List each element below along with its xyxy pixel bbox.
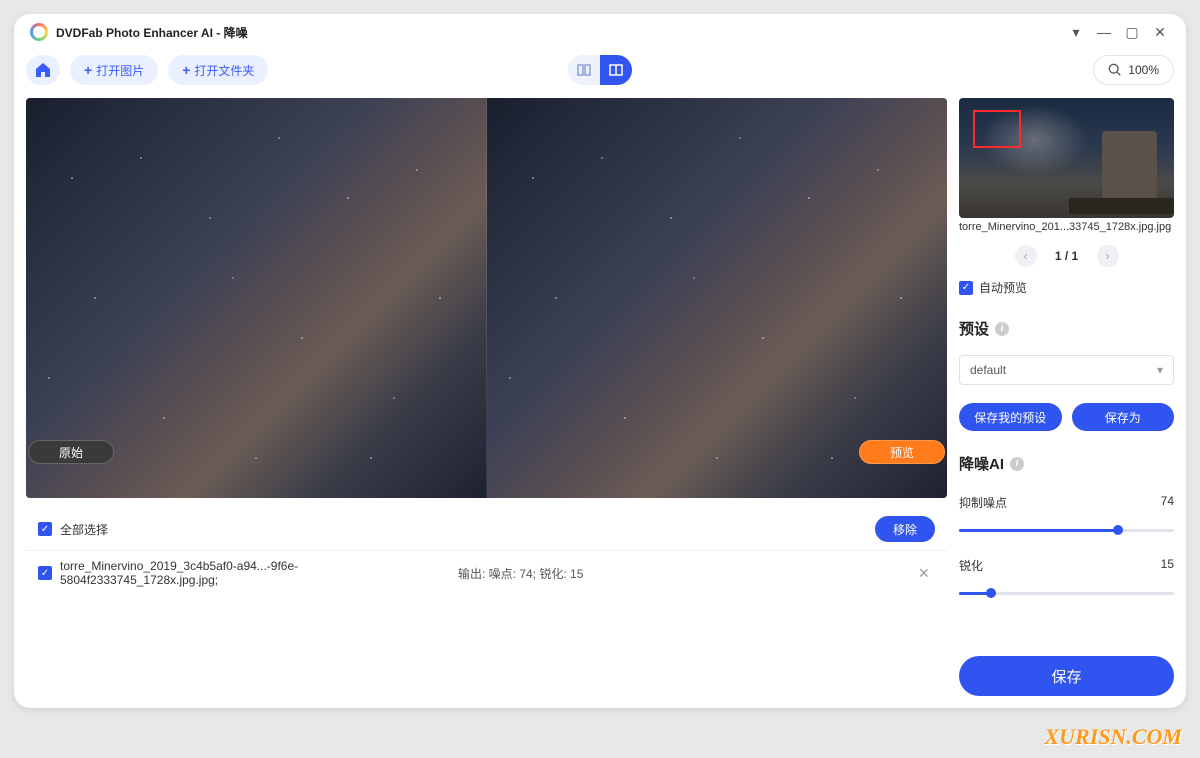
next-image-button[interactable]: ›	[1097, 245, 1119, 267]
save-my-preset-button[interactable]: 保存我的预设	[959, 403, 1062, 431]
single-view-button[interactable]	[568, 55, 600, 85]
right-pane: torre_Minervino_201...33745_1728x.jpg.jp…	[959, 98, 1174, 696]
pager-text: 1 / 1	[1055, 249, 1078, 263]
app-window: DVDFab Photo Enhancer AI - 降噪 ▾ — ▢ ✕ +打…	[14, 14, 1186, 708]
main-area: 原始 预览 ✓ 全部选择 移除 ✓ torre_Minervino_2019_3…	[14, 90, 1186, 708]
zoom-value: 100%	[1128, 63, 1159, 77]
file-remove-icon[interactable]: ×	[912, 563, 935, 584]
watermark: XURISN.COM	[1044, 724, 1182, 750]
file-name: torre_Minervino_2019_3c4b5af0-a94...-9f6…	[60, 559, 450, 587]
preset-dropdown[interactable]: default	[959, 355, 1174, 385]
window-title: DVDFab Photo Enhancer AI - 降噪	[56, 24, 248, 41]
zoom-control[interactable]: 100%	[1093, 55, 1174, 85]
denoise-section-title: 降噪AI i	[959, 453, 1174, 474]
app-icon	[30, 23, 48, 41]
remove-button[interactable]: 移除	[875, 516, 935, 542]
magnifier-icon	[1108, 63, 1122, 77]
navigator-thumbnail[interactable]	[959, 98, 1174, 218]
menu-down-icon[interactable]: ▾	[1066, 22, 1086, 42]
prev-image-button[interactable]: ‹	[1015, 245, 1037, 267]
viewport-indicator[interactable]	[973, 110, 1021, 148]
original-image	[26, 98, 486, 498]
info-icon[interactable]: i	[995, 322, 1009, 336]
thumbnail-container: torre_Minervino_201...33745_1728x.jpg.jp…	[959, 98, 1174, 233]
noise-value: 74	[1161, 494, 1174, 511]
split-view-button[interactable]	[600, 55, 632, 85]
preview-badge: 预览	[859, 440, 945, 464]
info-icon[interactable]: i	[1010, 457, 1024, 471]
file-list-panel: ✓ 全部选择 移除 ✓ torre_Minervino_2019_3c4b5af…	[26, 508, 947, 696]
view-mode-segment	[568, 55, 632, 85]
title-bar: DVDFab Photo Enhancer AI - 降噪 ▾ — ▢ ✕	[14, 14, 1186, 50]
file-checkbox[interactable]: ✓	[38, 566, 52, 580]
noise-label: 抑制噪点	[959, 494, 1007, 511]
image-pager: ‹ 1 / 1 ›	[959, 245, 1174, 267]
tower-shape	[1102, 131, 1157, 206]
auto-preview-checkbox[interactable]: ✓	[959, 281, 973, 295]
sharpen-slider-row: 锐化 15	[959, 557, 1174, 574]
thumbnail-filename: torre_Minervino_201...33745_1728x.jpg.jp…	[959, 221, 1174, 233]
main-toolbar: +打开图片 +打开文件夹 100%	[14, 50, 1186, 90]
home-button[interactable]	[26, 55, 60, 85]
maximize-icon[interactable]: ▢	[1122, 22, 1142, 42]
sharpen-slider[interactable]	[959, 586, 1174, 600]
original-badge: 原始	[28, 440, 114, 464]
open-image-button[interactable]: +打开图片	[70, 55, 158, 85]
noise-slider[interactable]	[959, 523, 1174, 537]
auto-preview-row: ✓ 自动预览	[959, 279, 1174, 296]
file-list-header: ✓ 全部选择 移除	[26, 508, 947, 550]
preview-viewport[interactable]: 原始 预览	[26, 98, 947, 498]
auto-preview-label: 自动预览	[979, 279, 1027, 296]
preset-section-title: 预设 i	[959, 318, 1174, 339]
save-button[interactable]: 保存	[959, 656, 1174, 696]
sharpen-label: 锐化	[959, 557, 983, 574]
open-folder-button[interactable]: +打开文件夹	[168, 55, 268, 85]
noise-slider-row: 抑制噪点 74	[959, 494, 1174, 511]
plus-icon: +	[182, 62, 190, 78]
left-pane: 原始 预览 ✓ 全部选择 移除 ✓ torre_Minervino_2019_3…	[26, 98, 947, 696]
select-all-label: 全部选择	[60, 521, 108, 538]
sharpen-value: 15	[1161, 557, 1174, 574]
processed-image	[486, 98, 947, 498]
plus-icon: +	[84, 62, 92, 78]
minimize-icon[interactable]: —	[1094, 22, 1114, 42]
preset-buttons: 保存我的预设 保存为	[959, 403, 1174, 431]
close-icon[interactable]: ✕	[1150, 22, 1170, 42]
select-all-checkbox[interactable]: ✓	[38, 522, 52, 536]
file-output-info: 输出: 噪点: 74; 锐化: 15	[458, 565, 904, 582]
save-as-button[interactable]: 保存为	[1072, 403, 1175, 431]
file-row[interactable]: ✓ torre_Minervino_2019_3c4b5af0-a94...-9…	[26, 550, 947, 595]
